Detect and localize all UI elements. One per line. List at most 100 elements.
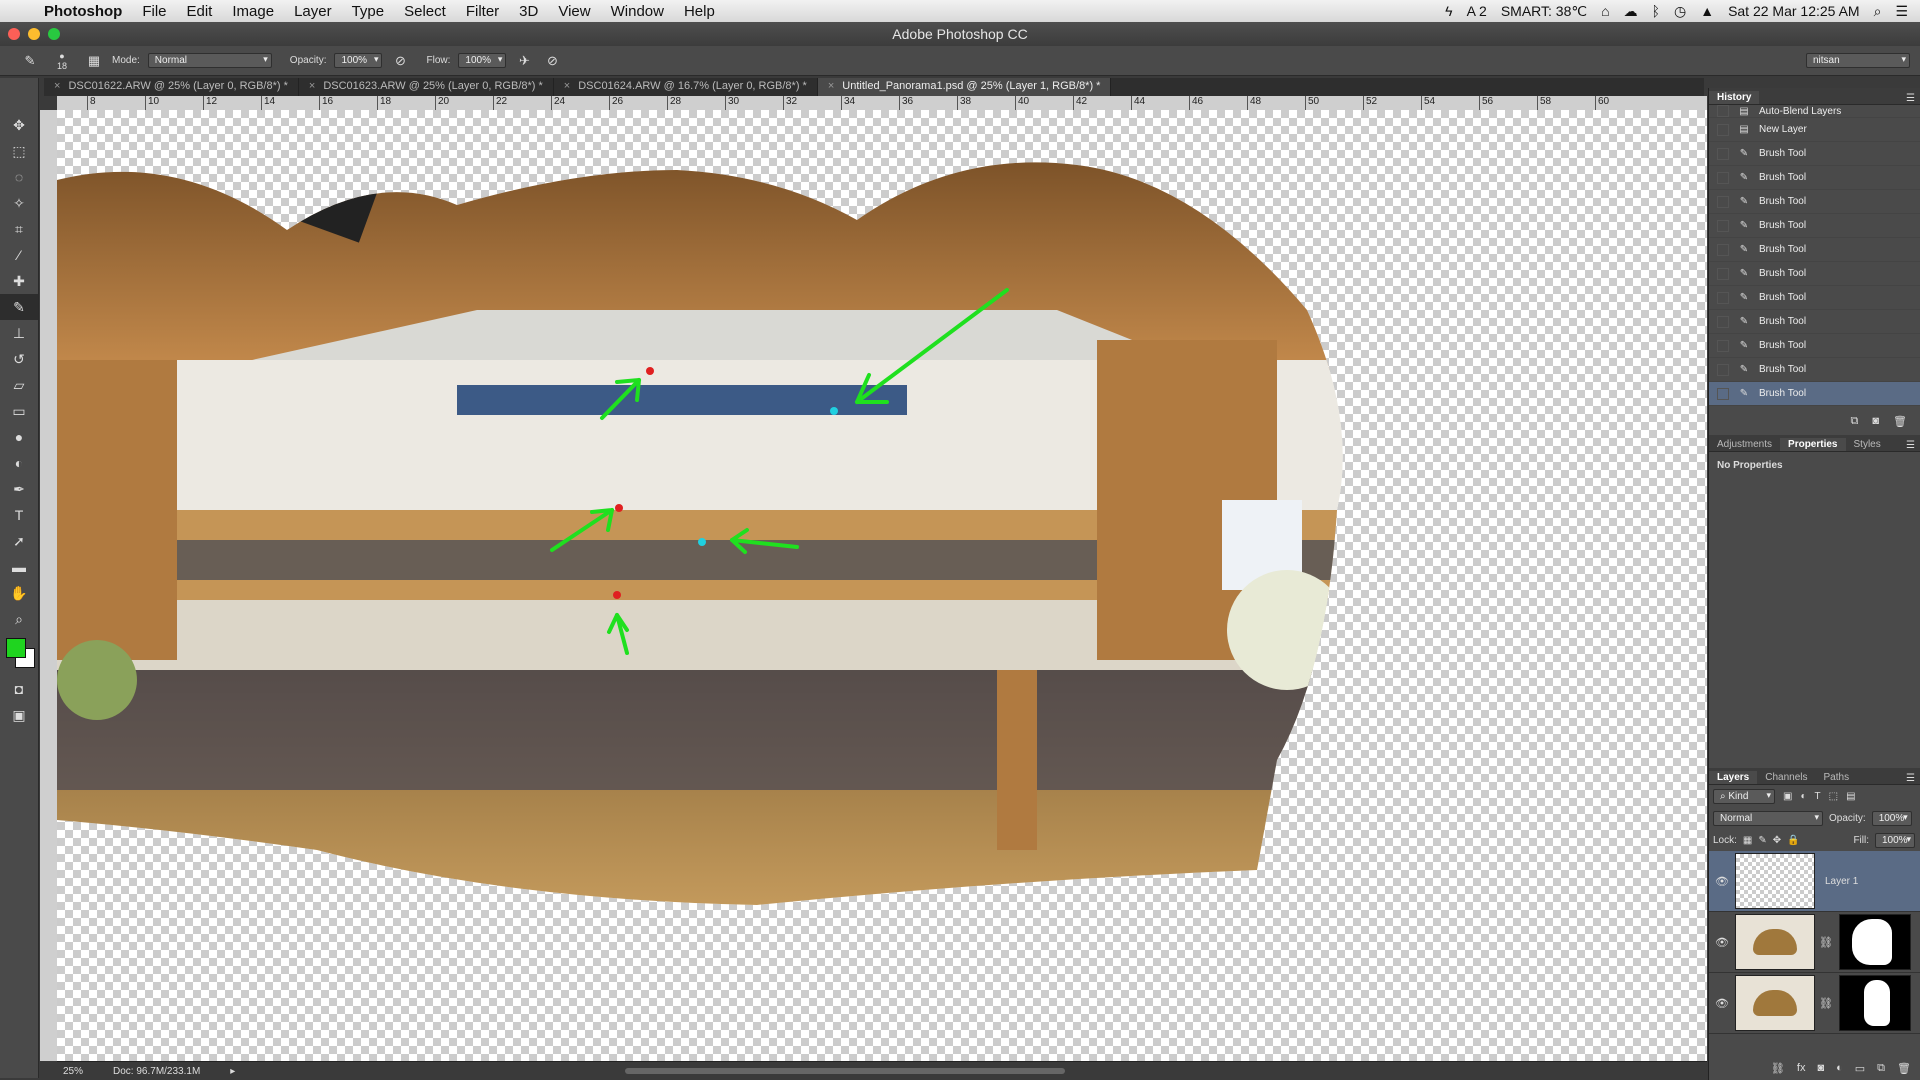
history-checkbox[interactable] bbox=[1717, 387, 1729, 400]
layer-thumbnail[interactable] bbox=[1735, 975, 1815, 1031]
delete-layer-icon[interactable]: 🗑 bbox=[1897, 1062, 1911, 1080]
rectangle-tool-icon[interactable]: ▬ bbox=[0, 554, 38, 580]
close-tab-icon[interactable]: × bbox=[54, 80, 60, 92]
panel-menu-icon[interactable]: ☰ bbox=[1906, 440, 1920, 451]
eye-icon[interactable]: 👁 bbox=[1709, 997, 1735, 1010]
quick-selection-tool-icon[interactable]: ✧ bbox=[0, 190, 38, 216]
new-group-icon[interactable]: ▭ bbox=[1855, 1062, 1865, 1080]
brush-tool-preset-icon[interactable]: ✎ bbox=[20, 51, 40, 71]
filter-adjustment-icon[interactable]: ◐ bbox=[1800, 791, 1806, 802]
menu-help[interactable]: Help bbox=[674, 3, 725, 20]
layer-mask-thumbnail[interactable] bbox=[1838, 914, 1911, 970]
menu-file[interactable]: File bbox=[132, 3, 176, 20]
eye-icon[interactable]: 👁 bbox=[1709, 936, 1735, 949]
eye-icon[interactable]: 👁 bbox=[1709, 875, 1735, 888]
history-item[interactable]: ▤ New Layer bbox=[1709, 118, 1920, 142]
foreground-color-swatch[interactable] bbox=[6, 638, 26, 658]
horizontal-ruler[interactable]: 8 10 12 14 16 18 20 22 24 26 28 30 32 34 36 38 40 42 44 46 4… bbox=[57, 96, 1707, 110]
horizontal-scrollbar[interactable] bbox=[625, 1068, 1066, 1074]
history-checkbox[interactable] bbox=[1717, 123, 1729, 136]
zoom-window-button[interactable] bbox=[48, 28, 60, 40]
filter-shape-icon[interactable]: ⬚ bbox=[1829, 791, 1838, 802]
chain-link-icon[interactable]: ⛓ bbox=[1819, 997, 1833, 1010]
smart-temperature[interactable]: SMART: 38℃ bbox=[1501, 3, 1587, 20]
bolt-icon[interactable]: ϟ bbox=[1445, 3, 1452, 19]
layer-thumbnail[interactable] bbox=[1735, 914, 1815, 970]
airbrush-icon[interactable]: ✈ bbox=[514, 51, 534, 71]
link-layers-icon[interactable]: ⛓ bbox=[1771, 1062, 1785, 1080]
eyedropper-tool-icon[interactable]: ⁄ bbox=[0, 242, 38, 268]
history-checkbox[interactable] bbox=[1717, 147, 1729, 160]
blend-mode-select[interactable]: Normal bbox=[1713, 810, 1823, 826]
gradient-tool-icon[interactable]: ▭ bbox=[0, 398, 38, 424]
history-item[interactable]: ✎ Brush Tool bbox=[1709, 358, 1920, 382]
history-checkbox[interactable] bbox=[1717, 315, 1729, 328]
tab-layers[interactable]: Layers bbox=[1709, 771, 1758, 784]
tab-properties[interactable]: Properties bbox=[1780, 438, 1846, 451]
dodge-tool-icon[interactable]: ◐ bbox=[0, 450, 38, 476]
history-item[interactable]: ✎ Brush Tool bbox=[1709, 214, 1920, 238]
tab-paths[interactable]: Paths bbox=[1816, 771, 1858, 784]
cloud-icon[interactable]: ☁ bbox=[1624, 3, 1638, 20]
layer-kind-filter[interactable]: ⌕ Kind bbox=[1713, 788, 1775, 804]
history-checkbox[interactable] bbox=[1717, 339, 1729, 352]
close-window-button[interactable] bbox=[8, 28, 20, 40]
trash-icon[interactable]: 🗑 bbox=[1893, 415, 1907, 431]
new-snapshot-icon[interactable]: ◙ bbox=[1872, 415, 1879, 431]
adjustment-layer-icon[interactable]: ◐ bbox=[1836, 1062, 1843, 1080]
menu-window[interactable]: Window bbox=[601, 3, 674, 20]
layer-thumbnail[interactable] bbox=[1735, 853, 1815, 909]
document-tab[interactable]: × DSC01624.ARW @ 16.7% (Layer 0, RGB/8*) … bbox=[554, 78, 818, 96]
menu-layer[interactable]: Layer bbox=[284, 3, 342, 20]
layer-opacity-field[interactable]: 100% bbox=[1871, 810, 1912, 826]
wifi-icon[interactable]: ▲ bbox=[1700, 3, 1714, 19]
brush-size-picker[interactable]: ● 18 bbox=[48, 51, 76, 71]
layer-row-selected[interactable]: 👁 Layer 1 bbox=[1709, 851, 1920, 912]
history-checkbox[interactable] bbox=[1717, 219, 1729, 232]
hand-tool-icon[interactable]: ✋ bbox=[0, 580, 38, 606]
document-tab[interactable]: × DSC01622.ARW @ 25% (Layer 0, RGB/8*) * bbox=[44, 78, 299, 96]
history-item[interactable]: ✎ Brush Tool bbox=[1709, 166, 1920, 190]
add-mask-icon[interactable]: ◙ bbox=[1817, 1062, 1824, 1080]
marquee-tool-icon[interactable]: ⬚ bbox=[0, 138, 38, 164]
document-tab-active[interactable]: × Untitled_Panorama1.psd @ 25% (Layer 1, … bbox=[817, 78, 1112, 96]
menu-view[interactable]: View bbox=[548, 3, 600, 20]
panel-menu-icon[interactable]: ☰ bbox=[1906, 93, 1920, 104]
layer-style-icon[interactable]: fx bbox=[1797, 1062, 1806, 1080]
layer-name[interactable]: Layer 1 bbox=[1825, 876, 1858, 887]
filter-type-icon[interactable]: T bbox=[1815, 791, 1821, 802]
panel-menu-icon[interactable]: ☰ bbox=[1906, 773, 1920, 784]
lock-all-icon[interactable]: 🔒 bbox=[1787, 835, 1799, 846]
home-icon[interactable]: ⌂ bbox=[1601, 3, 1609, 19]
history-item[interactable]: ✎ Brush Tool bbox=[1709, 286, 1920, 310]
history-item[interactable]: ✎ Brush Tool bbox=[1709, 190, 1920, 214]
healing-brush-tool-icon[interactable]: ✚ bbox=[0, 268, 38, 294]
filter-smart-object-icon[interactable]: ▤ bbox=[1846, 791, 1855, 802]
lock-transparent-icon[interactable]: ▦ bbox=[1743, 835, 1752, 846]
pressure-opacity-icon[interactable]: ⊘ bbox=[390, 51, 410, 71]
flow-field[interactable]: 100% bbox=[458, 53, 507, 68]
crop-tool-icon[interactable]: ⌗ bbox=[0, 216, 38, 242]
history-item[interactable]: ✎ Brush Tool bbox=[1709, 238, 1920, 262]
menu-type[interactable]: Type bbox=[342, 3, 395, 20]
type-tool-icon[interactable]: T bbox=[0, 502, 38, 528]
quick-mask-icon[interactable]: ◘ bbox=[0, 676, 38, 702]
lasso-tool-icon[interactable]: ◌ bbox=[0, 164, 38, 190]
history-checkbox[interactable] bbox=[1717, 105, 1729, 117]
document-info[interactable]: Doc: 96.7M/233.1M bbox=[113, 1066, 200, 1077]
vertical-ruler[interactable] bbox=[40, 110, 57, 1061]
status-menu-arrow-icon[interactable]: ▸ bbox=[230, 1066, 235, 1077]
tab-history[interactable]: History bbox=[1709, 91, 1760, 104]
history-checkbox[interactable] bbox=[1717, 243, 1729, 256]
list-icon[interactable]: ☰ bbox=[1895, 3, 1908, 20]
history-item-selected[interactable]: ✎ Brush Tool bbox=[1709, 382, 1920, 406]
history-item[interactable]: ✎ Brush Tool bbox=[1709, 262, 1920, 286]
menu-photoshop[interactable]: Photoshop bbox=[34, 3, 132, 20]
tab-adjustments[interactable]: Adjustments bbox=[1709, 438, 1780, 451]
new-layer-icon[interactable]: ⧉ bbox=[1877, 1062, 1885, 1080]
zoom-tool-icon[interactable]: ⌕ bbox=[0, 606, 38, 632]
pen-tool-icon[interactable]: ✒ bbox=[0, 476, 38, 502]
history-item[interactable]: ✎ Brush Tool bbox=[1709, 310, 1920, 334]
brush-tool-icon[interactable]: ✎ bbox=[0, 294, 38, 320]
menu-select[interactable]: Select bbox=[394, 3, 456, 20]
